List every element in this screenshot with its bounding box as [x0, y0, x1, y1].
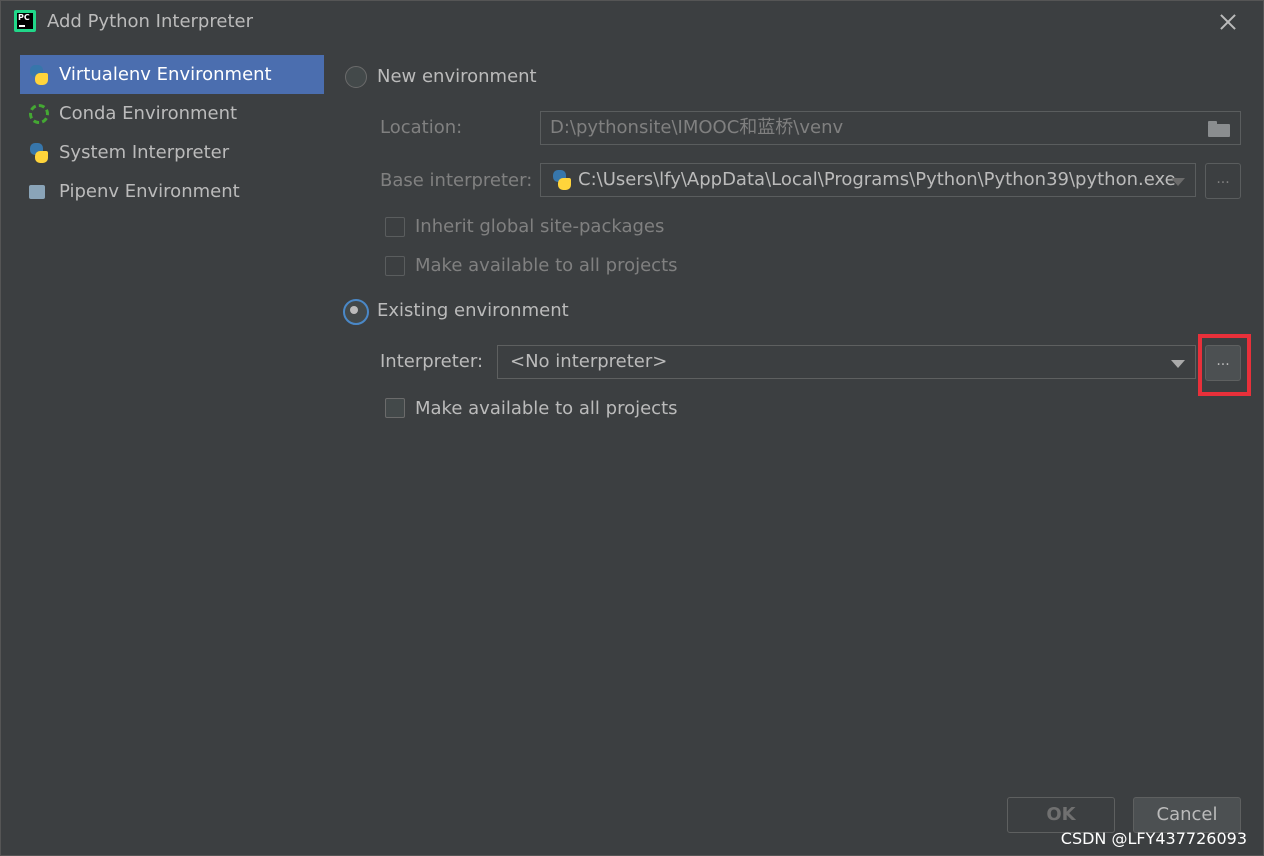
- sidebar-item-system[interactable]: System Interpreter: [20, 133, 324, 172]
- watermark-text: CSDN @LFY437726093: [1060, 829, 1247, 848]
- interpreter-select[interactable]: <No interpreter>: [497, 345, 1196, 379]
- interpreter-value: <No interpreter>: [510, 351, 668, 372]
- location-value: D:\pythonsite\IMOOC和蓝桥\venv: [550, 117, 844, 138]
- new-make-available-checkbox[interactable]: [385, 256, 405, 276]
- base-interpreter-value: C:\Users\lfy\AppData\Local\Programs\Pyth…: [578, 169, 1176, 190]
- dialog-title: Add Python Interpreter: [47, 11, 253, 32]
- python-virtualenv-icon: [28, 64, 50, 86]
- title-bar: PC Add Python Interpreter: [0, 0, 1264, 44]
- conda-icon: [28, 103, 50, 125]
- new-environment-label: New environment: [377, 66, 537, 87]
- sidebar-item-label: Pipenv Environment: [59, 181, 240, 202]
- folder-icon[interactable]: [1208, 121, 1230, 137]
- sidebar-item-conda[interactable]: Conda Environment: [20, 94, 324, 133]
- existing-make-available-checkbox[interactable]: [385, 398, 405, 418]
- sidebar-item-label: Virtualenv Environment: [59, 64, 272, 85]
- chevron-down-icon: [1171, 178, 1185, 186]
- environment-type-list: Virtualenv Environment Conda Environment…: [20, 55, 324, 211]
- new-make-available-label: Make available to all projects: [415, 255, 678, 276]
- ok-button[interactable]: OK: [1007, 797, 1115, 833]
- interpreter-label: Interpreter:: [380, 351, 484, 372]
- sidebar-item-label: System Interpreter: [59, 142, 230, 163]
- highlight-box: [1198, 334, 1251, 396]
- sidebar-item-label: Conda Environment: [59, 103, 238, 124]
- close-button[interactable]: [1214, 8, 1242, 36]
- location-label: Location:: [380, 117, 463, 138]
- pycharm-icon: PC: [14, 10, 36, 32]
- inherit-site-packages-label: Inherit global site-packages: [415, 216, 665, 237]
- base-interpreter-select[interactable]: C:\Users\lfy\AppData\Local\Programs\Pyth…: [540, 163, 1196, 197]
- location-field[interactable]: D:\pythonsite\IMOOC和蓝桥\venv: [540, 111, 1241, 145]
- existing-environment-label: Existing environment: [377, 300, 569, 321]
- chevron-down-icon: [1171, 360, 1185, 368]
- sidebar-item-pipenv[interactable]: Pipenv Environment: [20, 172, 324, 211]
- pipenv-icon: [28, 181, 50, 203]
- cancel-button[interactable]: Cancel: [1133, 797, 1241, 833]
- python-icon: [28, 142, 50, 164]
- inherit-site-packages-checkbox[interactable]: [385, 217, 405, 237]
- base-interpreter-browse-button[interactable]: ...: [1205, 163, 1241, 199]
- sidebar-item-virtualenv[interactable]: Virtualenv Environment: [20, 55, 324, 94]
- existing-environment-radio[interactable]: [343, 299, 369, 325]
- base-interpreter-label: Base interpreter:: [380, 170, 533, 191]
- new-environment-radio[interactable]: [345, 66, 367, 88]
- existing-make-available-label: Make available to all projects: [415, 398, 678, 419]
